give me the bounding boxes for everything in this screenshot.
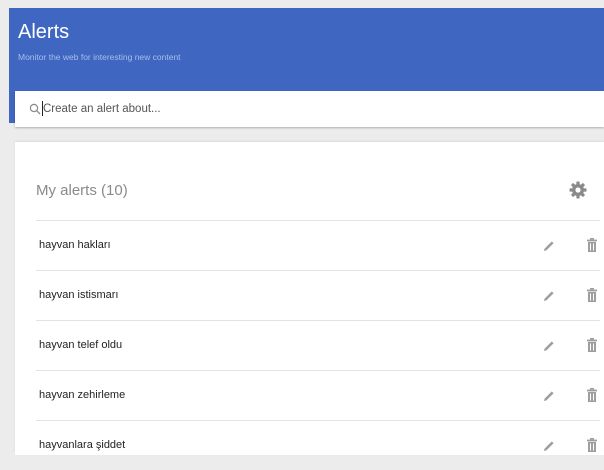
- pencil-icon[interactable]: [541, 438, 557, 454]
- page-title: Alerts: [18, 21, 70, 43]
- trash-icon[interactable]: [585, 437, 599, 453]
- alert-label: hayvan istismarı: [39, 289, 119, 301]
- alerts-panel-title: My alerts (10): [36, 182, 128, 199]
- trash-icon[interactable]: [585, 337, 599, 353]
- app-header: Alerts Monitor the web for interesting n…: [9, 8, 604, 127]
- trash-icon[interactable]: [585, 287, 599, 303]
- alert-row[interactable]: hayvanlara şiddet: [36, 420, 600, 470]
- page-subtitle: Monitor the web for interesting new cont…: [18, 52, 181, 62]
- gear-icon[interactable]: [568, 180, 588, 200]
- pencil-icon[interactable]: [541, 338, 557, 354]
- trash-icon[interactable]: [585, 387, 599, 403]
- alert-row[interactable]: hayvan istismarı: [36, 270, 600, 320]
- alert-row[interactable]: hayvan zehirleme: [36, 370, 600, 420]
- search-icon: [29, 103, 41, 115]
- alert-label: hayvan telef oldu: [39, 339, 123, 351]
- pencil-icon[interactable]: [541, 288, 557, 304]
- alert-label: hayvan hakları: [39, 239, 111, 251]
- trash-icon[interactable]: [585, 237, 599, 253]
- pencil-icon[interactable]: [541, 238, 557, 254]
- alert-label: hayvan zehirleme: [39, 389, 126, 401]
- alerts-list: hayvan hakları hayvan istismarı hayvan t…: [36, 220, 600, 470]
- alert-row[interactable]: hayvan hakları: [36, 220, 600, 270]
- alert-label: hayvanlara şiddet: [39, 439, 126, 451]
- alerts-panel: My alerts (10) hayvan hakları hayvan ist…: [15, 142, 604, 455]
- search-input[interactable]: [43, 99, 563, 119]
- search-box[interactable]: [15, 91, 604, 127]
- pencil-icon[interactable]: [541, 388, 557, 404]
- alert-row[interactable]: hayvan telef oldu: [36, 320, 600, 370]
